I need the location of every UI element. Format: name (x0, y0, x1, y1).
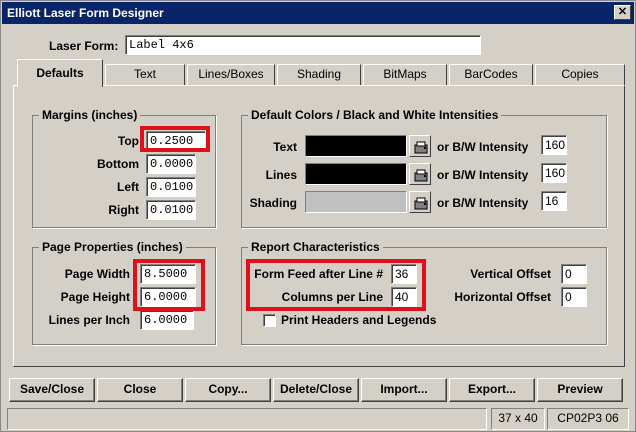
tab-text[interactable]: Text (105, 64, 185, 86)
laser-form-label: Laser Form: (49, 39, 119, 53)
status-size: 37 x 40 (491, 408, 545, 430)
shading-color-label: Shading (249, 196, 297, 210)
lines-color-picker-button[interactable] (409, 163, 431, 185)
shading-bw-intensity-input[interactable]: 16 (541, 191, 567, 211)
delete-close-button[interactable]: Delete/Close (273, 378, 359, 402)
page-properties-group-title: Page Properties (inches) (39, 240, 186, 254)
tab-strip: Defaults Text Lines/Boxes Shading BitMap… (13, 59, 625, 87)
page-width-input[interactable]: 8.5000 (140, 264, 196, 284)
columns-per-line-input[interactable]: 40 (391, 287, 417, 307)
horizontal-offset-label: Horizontal Offset (454, 290, 551, 304)
close-window-button[interactable]: ✕ (614, 5, 631, 20)
status-code: CP02P3 06 (547, 408, 629, 430)
shading-color-swatch (305, 191, 407, 213)
print-headers-checkbox[interactable] (263, 314, 276, 327)
tab-bitmaps[interactable]: BitMaps (363, 64, 447, 86)
vertical-offset-input[interactable]: 0 (561, 264, 587, 284)
print-headers-label[interactable]: Print Headers and Legends (281, 313, 436, 327)
left-margin-label: Left (117, 180, 139, 194)
horizontal-offset-input[interactable]: 0 (561, 287, 587, 307)
page-height-label: Page Height (60, 290, 130, 304)
shading-bw-label: or B/W Intensity (437, 196, 529, 210)
text-bw-label: or B/W Intensity (437, 140, 529, 154)
left-margin-input[interactable]: 0.0100 (146, 177, 196, 197)
window-title: Elliott Laser Form Designer (7, 6, 164, 20)
lines-bw-label: or B/W Intensity (437, 168, 529, 182)
laser-form-input[interactable]: Label 4x6 (125, 35, 481, 55)
bottom-margin-label: Bottom (97, 157, 139, 171)
top-margin-input[interactable]: 0.2500 (146, 131, 206, 151)
text-color-label: Text (273, 140, 297, 154)
preview-button[interactable]: Preview (537, 378, 623, 402)
import-button[interactable]: Import... (361, 378, 447, 402)
status-main (7, 408, 487, 430)
bottom-margin-input[interactable]: 0.0000 (146, 154, 196, 174)
top-margin-label: Top (117, 134, 139, 148)
columns-per-line-label: Columns per Line (281, 290, 383, 304)
form-feed-input[interactable]: 36 (391, 264, 417, 284)
lines-color-swatch (305, 163, 407, 185)
lines-per-inch-label: Lines per Inch (48, 313, 130, 327)
tab-lines-boxes[interactable]: Lines/Boxes (187, 64, 275, 86)
report-characteristics-group-title: Report Characteristics (248, 240, 383, 254)
export-button[interactable]: Export... (449, 378, 535, 402)
copy-button[interactable]: Copy... (185, 378, 271, 402)
lines-bw-intensity-input[interactable]: 160 (541, 163, 567, 183)
palette-icon (414, 197, 428, 210)
tab-defaults[interactable]: Defaults (17, 59, 103, 87)
shading-color-picker-button[interactable] (409, 191, 431, 213)
palette-icon (414, 169, 428, 182)
page-width-label: Page Width (64, 267, 130, 281)
right-margin-input[interactable]: 0.0100 (146, 200, 196, 220)
lines-per-inch-input[interactable]: 6.0000 (140, 310, 194, 330)
margins-group-title: Margins (inches) (39, 108, 141, 122)
palette-icon (414, 141, 428, 154)
lines-color-label: Lines (265, 168, 297, 182)
tab-barcodes[interactable]: BarCodes (449, 64, 533, 86)
laser-form-designer-window: Elliott Laser Form Designer ✕ Laser Form… (0, 0, 636, 432)
tab-copies[interactable]: Copies (535, 64, 625, 86)
save-close-button[interactable]: Save/Close (9, 378, 95, 402)
page-height-input[interactable]: 6.0000 (140, 287, 196, 307)
tab-shading[interactable]: Shading (277, 64, 361, 86)
default-colors-group-title: Default Colors / Black and White Intensi… (248, 108, 502, 122)
text-bw-intensity-input[interactable]: 160 (541, 135, 567, 155)
text-color-picker-button[interactable] (409, 135, 431, 157)
right-margin-label: Right (108, 203, 139, 217)
vertical-offset-label: Vertical Offset (470, 267, 551, 281)
form-feed-label: Form Feed after Line # (254, 267, 383, 281)
close-button[interactable]: Close (97, 378, 183, 402)
title-bar: Elliott Laser Form Designer ✕ (2, 2, 634, 24)
text-color-swatch (305, 135, 407, 157)
